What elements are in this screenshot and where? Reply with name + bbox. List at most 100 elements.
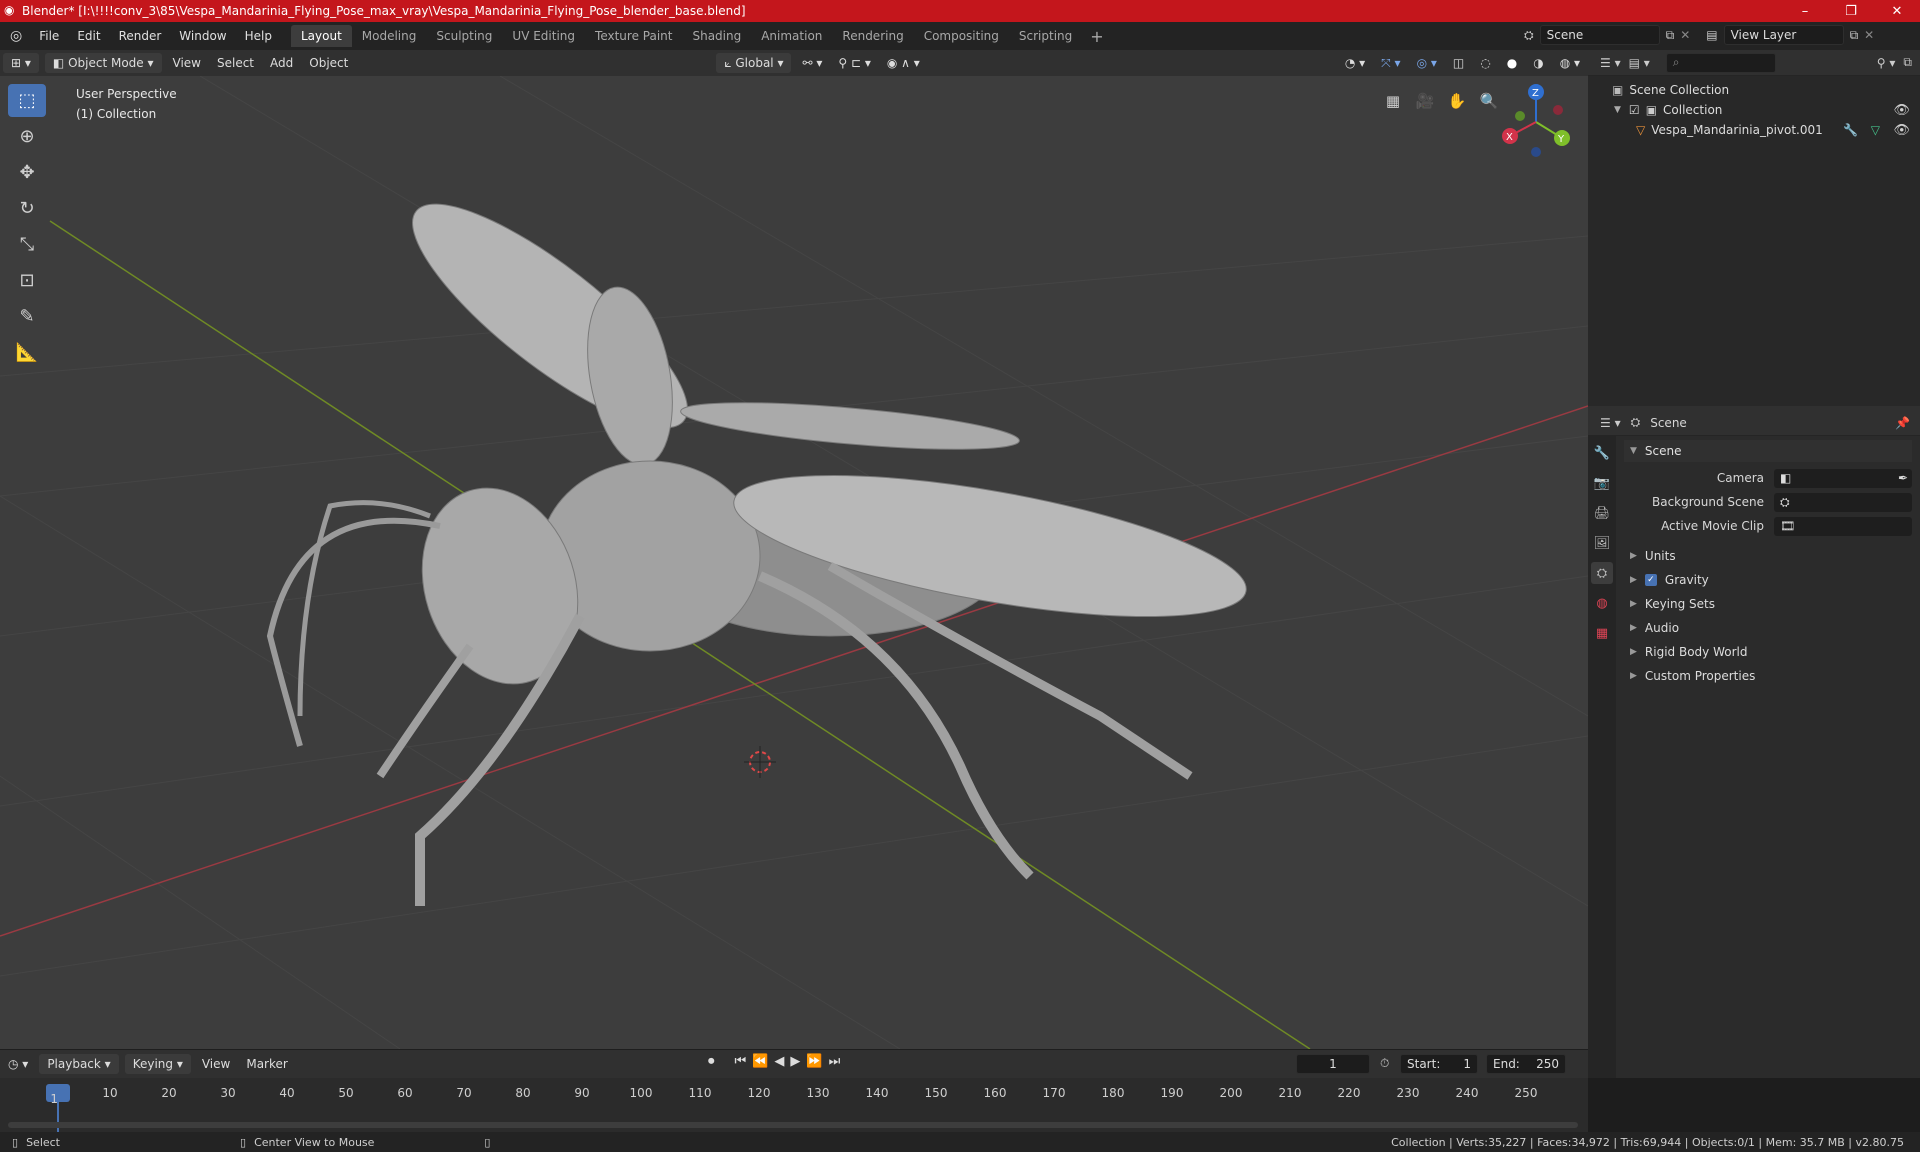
camera-field[interactable]: ◧ ✒: [1774, 468, 1912, 488]
tab-rendering[interactable]: Rendering: [832, 25, 913, 47]
outliner-editor-icon[interactable]: ☰ ▾: [1600, 56, 1621, 70]
texture-tab-icon[interactable]: ▦: [1591, 622, 1613, 644]
view-layer-icon[interactable]: ▤: [1706, 28, 1717, 42]
visibility-icon[interactable]: ◔ ▾: [1337, 53, 1373, 73]
pivot-icon[interactable]: ⚯ ▾: [794, 53, 830, 73]
outliner-row-scene-collection[interactable]: ▣ Scene Collection: [1588, 80, 1920, 100]
view-layer-field[interactable]: View Layer: [1723, 25, 1844, 45]
add-workspace-button[interactable]: +: [1082, 27, 1111, 46]
menu-window[interactable]: Window: [170, 29, 235, 43]
custom-properties-panel[interactable]: ▶ Custom Properties: [1624, 664, 1912, 688]
move-tool[interactable]: ✥: [8, 156, 46, 189]
viewport-menu-object[interactable]: Object: [301, 53, 356, 73]
end-frame-field[interactable]: End: 250: [1486, 1054, 1566, 1074]
gizmo-toggle-icon[interactable]: ⤧ ▾: [1373, 53, 1408, 73]
timeline-scrollbar[interactable]: [8, 1122, 1578, 1128]
remove-scene-icon[interactable]: ✕: [1680, 28, 1690, 42]
timeline-editor-icon[interactable]: ◷ ▾: [0, 1054, 36, 1074]
marker-menu[interactable]: Marker: [238, 1054, 295, 1074]
new-scene-icon[interactable]: ⧉: [1666, 28, 1675, 43]
outliner-search-input[interactable]: ⌕: [1665, 52, 1776, 73]
proportional-edit-icon[interactable]: ◉ ∧ ▾: [879, 53, 928, 73]
play-icon[interactable]: ▶: [790, 1054, 800, 1069]
collection-visibility-icon[interactable]: 👁: [1893, 103, 1910, 118]
display-mode-icon[interactable]: ▤ ▾: [1629, 56, 1650, 70]
world-tab-icon[interactable]: ◍: [1591, 592, 1613, 614]
jump-start-icon[interactable]: ⏮: [735, 1054, 747, 1069]
render-tab-icon[interactable]: 📷: [1591, 472, 1613, 494]
active-movie-clip-field[interactable]: 🎞: [1774, 516, 1912, 536]
tab-layout[interactable]: Layout: [290, 25, 352, 47]
snap-icon[interactable]: ⚲ ⊏ ▾: [830, 53, 879, 73]
viewport-menu-add[interactable]: Add: [262, 53, 301, 73]
tab-shading[interactable]: Shading: [682, 25, 751, 47]
annotate-tool[interactable]: ✎: [8, 300, 46, 333]
select-box-tool[interactable]: ⬚: [8, 84, 46, 117]
scene-section-header[interactable]: ▼ Scene: [1624, 440, 1912, 462]
shading-wireframe-icon[interactable]: ◌: [1472, 53, 1498, 73]
tab-texture-paint[interactable]: Texture Paint: [585, 25, 682, 47]
transform-orientation[interactable]: ⟀ Global ▾: [716, 53, 792, 73]
scale-tool[interactable]: ⤡: [8, 228, 46, 261]
stopwatch-icon[interactable]: ⏱: [1380, 1056, 1389, 1071]
prev-keyframe-icon[interactable]: ⏪: [752, 1054, 768, 1069]
collection-checkbox[interactable]: ☑: [1629, 103, 1640, 117]
minimize-button[interactable]: –: [1782, 0, 1828, 22]
new-collection-icon[interactable]: ⧉: [1903, 55, 1912, 70]
viewport-menu-select[interactable]: Select: [209, 53, 262, 73]
mode-selector[interactable]: ◧ Object Mode ▾: [44, 53, 162, 73]
background-scene-field[interactable]: ⛭: [1774, 492, 1912, 512]
gravity-checkbox[interactable]: ✓: [1644, 574, 1657, 586]
filter-icon[interactable]: ⚲ ▾: [1877, 56, 1896, 70]
shading-rendered-icon[interactable]: ◍ ▾: [1552, 53, 1588, 73]
menu-help[interactable]: Help: [236, 29, 281, 43]
remove-view-layer-icon[interactable]: ✕: [1864, 28, 1874, 42]
3d-cursor[interactable]: [744, 746, 776, 778]
object-visibility-icon[interactable]: 👁: [1893, 123, 1910, 138]
properties-editor-icon[interactable]: ☰ ▾: [1600, 416, 1621, 430]
units-panel[interactable]: ▶ Units: [1624, 544, 1912, 568]
new-view-layer-icon[interactable]: ⧉: [1850, 28, 1859, 43]
view-layer-tab-icon[interactable]: 🖼: [1591, 532, 1613, 554]
start-frame-field[interactable]: Start: 1: [1400, 1054, 1478, 1074]
scene-icon[interactable]: ⛭: [1524, 28, 1534, 43]
menu-edit[interactable]: Edit: [68, 29, 109, 43]
output-tab-icon[interactable]: 🖨: [1591, 502, 1613, 524]
transform-tool[interactable]: ⊡: [8, 264, 46, 297]
xray-icon[interactable]: ◫: [1445, 53, 1472, 73]
grid-view-icon[interactable]: ▦: [1380, 88, 1406, 114]
tab-animation[interactable]: Animation: [751, 25, 832, 47]
play-reverse-icon[interactable]: ◀: [774, 1054, 784, 1069]
record-icon[interactable]: ⏺: [708, 1054, 715, 1069]
menu-file[interactable]: File: [30, 29, 68, 43]
tab-uv-editing[interactable]: UV Editing: [502, 25, 585, 47]
jump-end-icon[interactable]: ⏭: [829, 1054, 841, 1069]
camera-view-icon[interactable]: 🎥: [1412, 88, 1438, 114]
timeline-view-menu[interactable]: View: [194, 1054, 238, 1074]
tab-modeling[interactable]: Modeling: [352, 25, 427, 47]
scene-field[interactable]: Scene: [1539, 25, 1660, 45]
pin-icon[interactable]: 📌: [1895, 416, 1910, 430]
viewport-menu-view[interactable]: View: [165, 53, 209, 73]
shading-material-icon[interactable]: ◑: [1525, 53, 1551, 73]
tab-scripting[interactable]: Scripting: [1009, 25, 1082, 47]
tab-sculpting[interactable]: Sculpting: [426, 25, 502, 47]
maximize-button[interactable]: ❐: [1828, 0, 1874, 22]
blender-menu-icon[interactable]: ◎: [0, 28, 30, 44]
tab-compositing[interactable]: Compositing: [914, 25, 1009, 47]
next-keyframe-icon[interactable]: ⏩: [806, 1054, 822, 1069]
menu-render[interactable]: Render: [110, 29, 171, 43]
current-frame-field[interactable]: 1: [1296, 1054, 1370, 1074]
close-button[interactable]: ✕: [1874, 0, 1920, 22]
editor-type-icon[interactable]: ⊞ ▾: [3, 53, 39, 73]
outliner-row-object[interactable]: ▽ Vespa_Mandarinia_pivot.001 🔧 ▽ 👁: [1588, 120, 1920, 140]
measure-tool[interactable]: 📐: [8, 336, 46, 369]
rotate-tool[interactable]: ↻: [8, 192, 46, 225]
keying-menu[interactable]: Keying ▾: [124, 1054, 191, 1074]
mesh-data-icon[interactable]: ▽: [1871, 123, 1880, 137]
cursor-tool[interactable]: ⊕: [8, 120, 46, 153]
tool-tab-icon[interactable]: 🔧: [1591, 442, 1613, 464]
eyedropper-icon[interactable]: ✒: [1898, 471, 1908, 485]
scene-tab-icon[interactable]: ⛭: [1591, 562, 1613, 584]
expand-arrow-icon[interactable]: ▼: [1614, 105, 1621, 115]
